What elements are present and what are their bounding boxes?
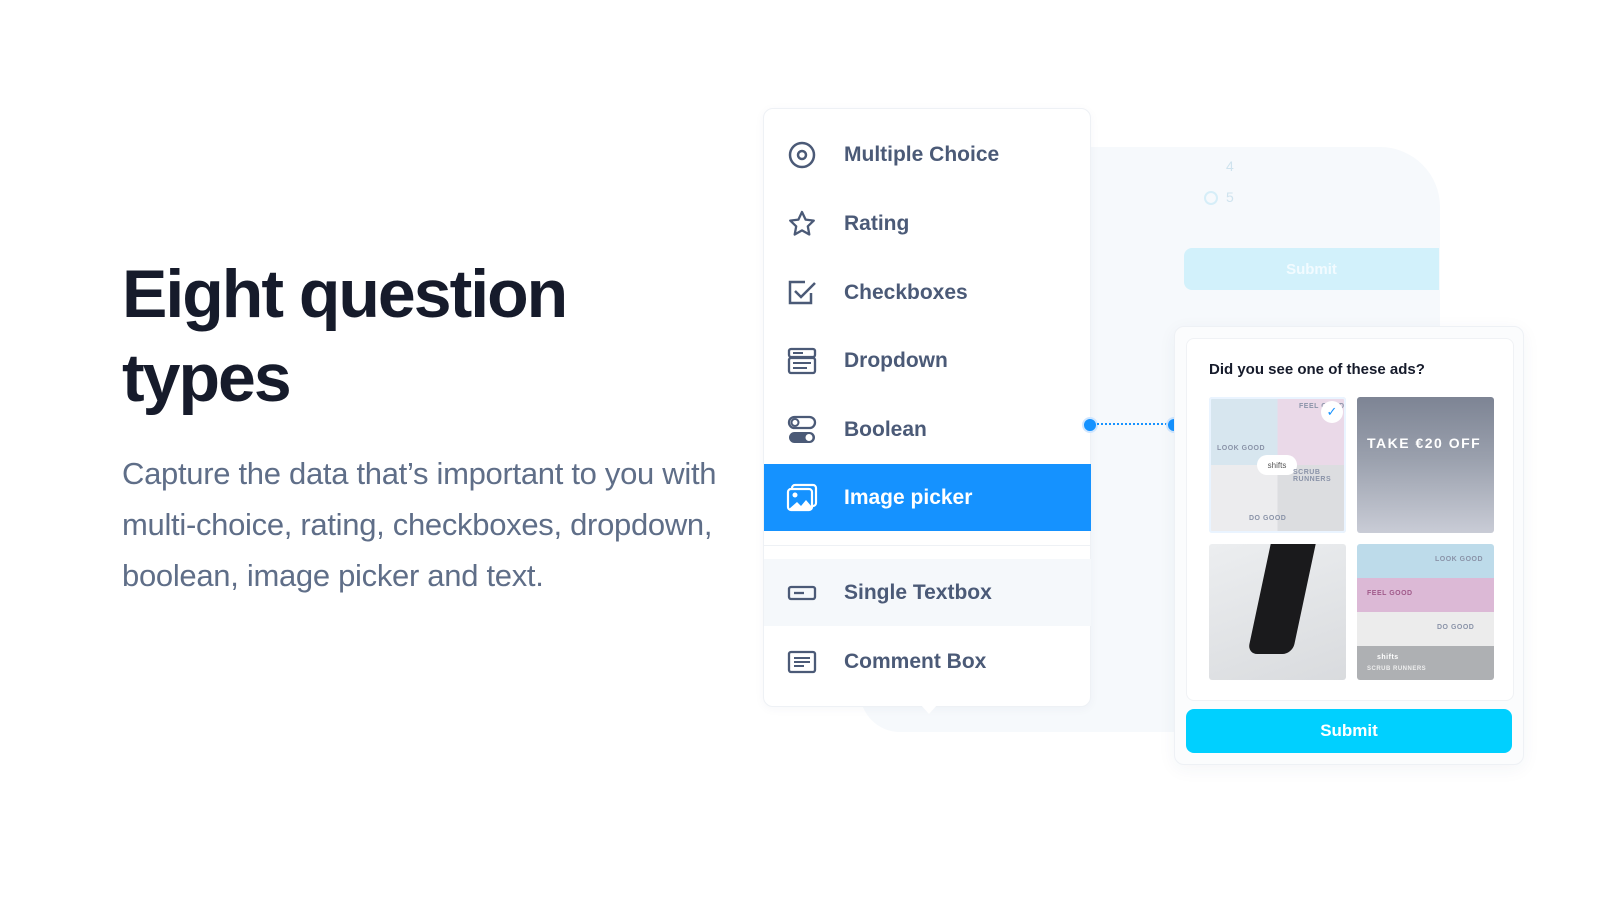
image-option-4[interactable]: LOOK GOOD FEEL GOOD DO GOOD shifts SCRUB… <box>1357 544 1494 680</box>
ad-photo <box>1247 544 1316 654</box>
radio-icon <box>1204 191 1218 205</box>
question-title: Did you see one of these ads? <box>1209 361 1425 378</box>
menu-item-label: Multiple Choice <box>844 142 1000 166</box>
page-description: Capture the data that’s important to you… <box>122 456 717 593</box>
connector-start-dot <box>1082 417 1098 433</box>
menu-pointer <box>920 704 938 714</box>
image-icon <box>786 483 818 511</box>
ad-logo: shifts <box>1257 455 1297 475</box>
menu-item-checkboxes[interactable]: Checkboxes <box>764 259 1091 326</box>
menu-item-image-picker[interactable]: Image picker <box>764 464 1091 531</box>
menu-item-boolean[interactable]: Boolean <box>764 396 1091 463</box>
ad-text: LOOK GOOD <box>1217 445 1266 452</box>
ad-text: TAKE €20 OFF <box>1367 435 1482 451</box>
option-5-label: 5 <box>1226 189 1234 205</box>
option-4-label: 4 <box>1226 158 1234 174</box>
menu-item-multiple-choice[interactable]: Multiple Choice <box>764 121 1091 188</box>
ad-logo: shifts <box>1377 654 1399 661</box>
menu-item-single-textbox[interactable]: Single Textbox <box>764 559 1091 626</box>
image-option-3[interactable] <box>1209 544 1346 680</box>
background-submit-button: Submit <box>1184 248 1439 290</box>
menu-item-label: Dropdown <box>844 348 948 372</box>
menu-item-label: Rating <box>844 211 910 235</box>
menu-item-label: Boolean <box>844 417 927 441</box>
textbox-icon <box>787 585 817 600</box>
checkbox-icon <box>788 280 816 304</box>
ad-text: FEEL GOOD <box>1367 590 1413 597</box>
menu-item-comment-box[interactable]: Comment Box <box>764 628 1091 695</box>
menu-divider <box>764 545 1090 546</box>
question-panel: Did you see one of these ads? FEEL GOOD … <box>1186 338 1514 701</box>
menu-item-label: Checkboxes <box>844 280 968 304</box>
page-title: Eight question types <box>122 256 568 416</box>
survey-preview-card: Did you see one of these ads? FEEL GOOD … <box>1174 326 1524 765</box>
ad-text: LOOK GOOD <box>1435 556 1484 563</box>
menu-item-rating[interactable]: Rating <box>764 190 1091 257</box>
dropdown-icon <box>787 347 817 374</box>
ad-text: DO GOOD <box>1437 624 1475 631</box>
question-type-menu: Multiple Choice Rating Checkboxes Dropdo… <box>763 108 1091 707</box>
star-icon <box>789 210 815 236</box>
ad-text: DO GOOD <box>1249 515 1287 522</box>
radio-icon <box>788 141 816 168</box>
menu-item-label: Comment Box <box>844 649 987 673</box>
image-option-2[interactable]: TAKE €20 OFF <box>1357 397 1494 533</box>
menu-item-dropdown[interactable]: Dropdown <box>764 327 1091 394</box>
ad-text: SCRUB RUNNERS <box>1367 666 1427 672</box>
ad-text: SCRUB RUNNERS <box>1293 469 1332 483</box>
menu-item-label: Single Textbox <box>844 580 992 604</box>
menu-item-label: Image picker <box>844 485 973 509</box>
comment-box-icon <box>787 650 817 673</box>
toggle-icon <box>787 415 817 443</box>
image-option-1[interactable]: FEEL GOOD LOOK GOOD shifts SCRUB RUNNERS… <box>1209 397 1346 533</box>
submit-button[interactable]: Submit <box>1186 709 1512 753</box>
selected-check-icon: ✓ <box>1321 401 1343 423</box>
connector-line <box>1097 423 1167 425</box>
